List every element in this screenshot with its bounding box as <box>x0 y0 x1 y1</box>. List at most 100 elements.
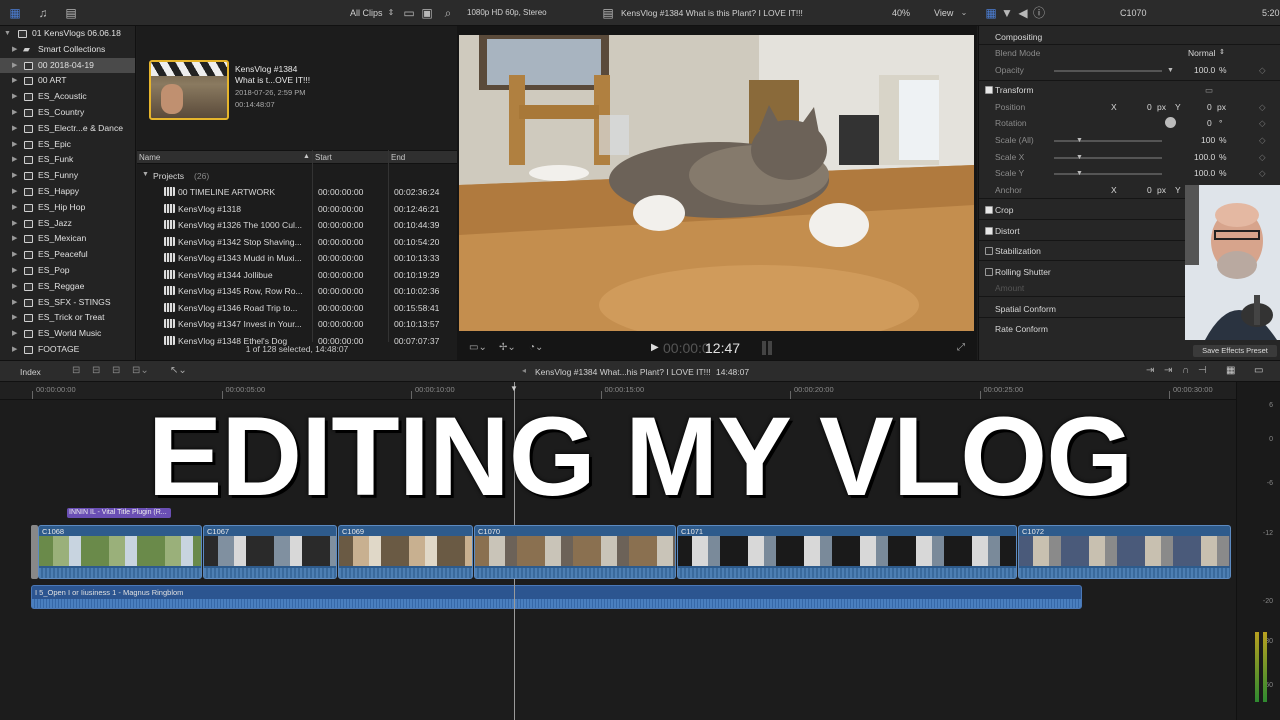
audio-inspector-icon[interactable]: ◀ <box>1016 6 1030 20</box>
keyframe-icon[interactable]: ◇ <box>1259 135 1266 146</box>
library-root[interactable]: ▼ 01 KensVlogs 06.06.18 <box>0 26 135 42</box>
storyline-handle[interactable] <box>31 525 38 579</box>
effects-browser-icon[interactable]: ▭ <box>1254 365 1263 376</box>
clip-filter-menu[interactable]: All Clips <box>350 8 383 18</box>
scale-y-slider[interactable] <box>1054 173 1162 175</box>
distort-checkbox[interactable] <box>985 227 993 235</box>
opacity-slider[interactable] <box>1054 70 1162 72</box>
transform-tool-icon[interactable]: ✢⌄ <box>499 342 516 353</box>
disclosure-closed-icon[interactable]: ▶ <box>12 152 17 168</box>
scale-x-slider[interactable] <box>1054 157 1162 159</box>
library-item[interactable]: ▶ ES_Acoustic <box>0 89 135 105</box>
library-item[interactable]: ▶ ▰ Smart Collections <box>0 42 135 58</box>
back-arrow-icon[interactable]: ◂ <box>522 366 526 375</box>
connect-clip-icon[interactable]: ⊟ <box>72 365 80 376</box>
filmstrip-icon[interactable]: ▣ <box>420 6 434 20</box>
view-menu[interactable]: View <box>934 8 953 18</box>
snapping-icon[interactable]: ⊣ <box>1198 365 1207 376</box>
timeline-clip[interactable]: C1070 <box>474 525 676 579</box>
disclosure-closed-icon[interactable]: ▶ <box>12 168 17 184</box>
disclosure-closed-icon[interactable]: ▶ <box>12 326 17 342</box>
disclosure-closed-icon[interactable]: ▶ <box>12 263 17 279</box>
project-row[interactable]: 00 TIMELINE ARTWORK 00:00:00:00 00:02:36:2… <box>137 183 457 200</box>
keyframe-icon[interactable]: ◇ <box>1259 118 1266 129</box>
disclosure-closed-icon[interactable]: ▶ <box>12 137 17 153</box>
transform-checkbox[interactable] <box>985 86 993 94</box>
library-item[interactable]: ▶ ES_Trick or Treat <box>0 310 135 326</box>
keyframe-icon[interactable]: ◇ <box>1259 152 1266 163</box>
audio-clip[interactable]: I 5_Open I or Iiusiness 1 - Magnus Ringb… <box>31 585 1082 609</box>
library-item[interactable]: ▶ ES_Mexican <box>0 231 135 247</box>
library-item[interactable]: ▶ ES_Funk <box>0 152 135 168</box>
disclosure-closed-icon[interactable]: ▶ <box>12 310 17 326</box>
onscreen-controls-icon[interactable]: ▭ <box>1205 85 1213 96</box>
disclosure-closed-icon[interactable]: ▶ <box>12 279 17 295</box>
column-end[interactable]: End <box>391 153 405 162</box>
library-item[interactable]: ▶ ES_Epic <box>0 137 135 153</box>
append-clip-icon[interactable]: ⊟ <box>112 365 120 376</box>
clip-thumbnail[interactable] <box>149 60 229 120</box>
slider-knob[interactable]: ▼ <box>1076 137 1083 144</box>
disclosure-closed-icon[interactable]: ▶ <box>12 58 17 74</box>
save-effects-preset-button[interactable]: Save Effects Preset <box>1193 345 1277 357</box>
blend-mode-select[interactable]: Normal <box>1188 48 1215 58</box>
disclosure-closed-icon[interactable]: ▶ <box>12 231 17 247</box>
projects-group-row[interactable]: ▼ Projects (26) <box>137 167 457 184</box>
chevron-updown-icon[interactable]: ⇕ <box>384 6 398 20</box>
zoom-menu[interactable]: 40% <box>892 8 910 18</box>
column-start[interactable]: Start <box>315 153 332 162</box>
rolling-shutter-checkbox[interactable] <box>985 268 993 276</box>
project-row[interactable]: KensVlog #1347 Invest in Your... 00:00:00… <box>137 315 457 332</box>
select-tool-icon[interactable]: ↖⌄ <box>170 365 187 376</box>
photos-audio-icon[interactable]: ♫ <box>36 6 50 20</box>
library-item[interactable]: ▶ ES_Hip Hop <box>0 200 135 216</box>
search-icon[interactable]: ⌕ <box>441 6 455 20</box>
timeline-clip[interactable]: C1072 <box>1018 525 1231 579</box>
opacity-value[interactable]: 100.0 <box>1194 65 1215 75</box>
library-item[interactable]: ▶ 00 ART <box>0 73 135 89</box>
overwrite-clip-icon[interactable]: ⊟⌄ <box>132 365 149 376</box>
slider-knob[interactable]: ▼ <box>1076 154 1083 161</box>
titles-generators-icon[interactable]: ▤ <box>64 6 78 20</box>
audio-skimming-icon[interactable]: ⇥ <box>1164 365 1172 376</box>
sort-up-icon[interactable]: ▲ <box>303 153 310 160</box>
keyframe-icon[interactable]: ◇ <box>1259 65 1266 76</box>
crop-checkbox[interactable] <box>985 206 993 214</box>
speed-icon[interactable]: ◔⌄ <box>529 342 543 353</box>
library-item[interactable]: ▶ ES_Pop <box>0 263 135 279</box>
disclosure-closed-icon[interactable]: ▶ <box>12 89 17 105</box>
project-row[interactable]: KensVlog #1346 Road Trip to... 00:00:00:0… <box>137 299 457 316</box>
headphones-icon[interactable]: ∩ <box>1182 365 1189 376</box>
column-name[interactable]: Name <box>139 153 160 162</box>
viewer-frame[interactable] <box>459 35 974 331</box>
rotation-value[interactable]: 0 <box>1207 118 1212 128</box>
disclosure-closed-icon[interactable]: ▶ <box>12 73 17 89</box>
video-inspector-icon[interactable]: ▦ <box>984 6 998 20</box>
color-inspector-icon[interactable]: ▼ <box>1000 6 1014 20</box>
disclosure-closed-icon[interactable]: ▶ <box>12 295 17 311</box>
library-item[interactable]: ▶ ES_Electr...e & Dance <box>0 121 135 137</box>
project-row[interactable]: KensVlog #1318 00:00:00:00 00:12:46:21 <box>137 200 457 217</box>
disclosure-open-icon[interactable]: ▼ <box>142 171 149 178</box>
project-row[interactable]: KensVlog #1344 Jollibue 00:00:00:00 00:10:… <box>137 266 457 283</box>
disclosure-closed-icon[interactable]: ▶ <box>12 342 17 358</box>
project-row[interactable]: KensVlog #1342 Stop Shaving... 00:00:00:0… <box>137 233 457 250</box>
library-item[interactable]: ▶ FOOTAGE <box>0 342 135 358</box>
scale-all-slider[interactable] <box>1054 140 1162 142</box>
library-item[interactable]: ▶ ES_Jazz <box>0 216 135 232</box>
rotation-dial[interactable] <box>1165 117 1176 128</box>
library-item[interactable]: ▶ ES_Reggae <box>0 279 135 295</box>
info-inspector-icon[interactable]: ⓘ <box>1032 6 1046 20</box>
slider-knob[interactable]: ▼ <box>1076 170 1083 177</box>
keyframe-icon[interactable]: ◇ <box>1259 168 1266 179</box>
position-x-value[interactable]: 0 <box>1147 102 1152 112</box>
play-icon[interactable]: ▶ <box>651 342 659 353</box>
scale-x-value[interactable]: 100.0 <box>1194 152 1215 162</box>
disclosure-closed-icon[interactable]: ▶ <box>12 121 17 137</box>
insert-clip-icon[interactable]: ⊟ <box>92 365 100 376</box>
scale-y-value[interactable]: 100.0 <box>1194 168 1215 178</box>
library-item[interactable]: ▶ ES_Happy <box>0 184 135 200</box>
position-y-value[interactable]: 0 <box>1207 102 1212 112</box>
libraries-toggle-icon[interactable]: ▦ <box>8 6 22 20</box>
disclosure-closed-icon[interactable]: ▶ <box>12 216 17 232</box>
